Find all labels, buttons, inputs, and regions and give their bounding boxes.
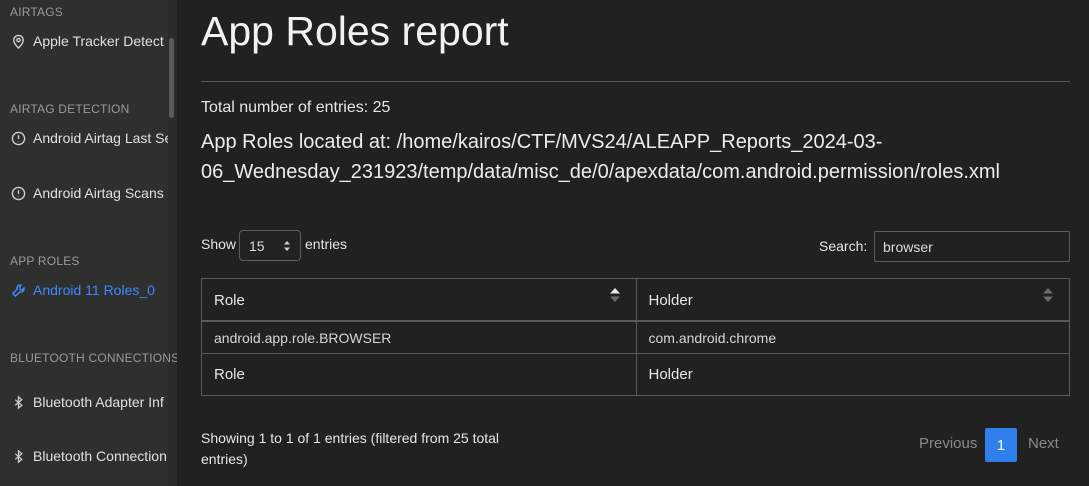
- report-location-line: App Roles located at: /home/kairos/CTF/M…: [201, 131, 883, 153]
- footer-cell-role: Role: [214, 366, 245, 383]
- column-header-role[interactable]: Role: [202, 279, 636, 320]
- sidebar-scrollbar-thumb[interactable]: [169, 38, 174, 118]
- sidebar-item-apple-tracker-detect[interactable]: Apple Tracker Detect: [10, 30, 168, 52]
- table-header-row: Role Holder: [202, 279, 1069, 322]
- bluetooth-icon: [10, 448, 26, 464]
- total-entries-text: Total number of entries: 25: [201, 99, 391, 116]
- table-cell-holder: com.android.chrome: [635, 322, 1070, 353]
- main-content: App Roles report Total number of entries…: [177, 0, 1089, 486]
- sidebar-item-android-11-roles[interactable]: Android 11 Roles_0: [10, 279, 168, 301]
- page-length-value: 15: [249, 238, 265, 254]
- search-input[interactable]: [874, 231, 1070, 262]
- section-heading-app-roles: APP ROLES: [10, 254, 80, 268]
- sort-unsorted-icon: [1043, 288, 1053, 302]
- table-footer-row: Role Holder: [202, 354, 1069, 395]
- sidebar-item-label: Android Airtag Scans: [33, 185, 164, 201]
- column-header-label: Role: [214, 292, 245, 309]
- next-page-button[interactable]: Next: [1028, 435, 1059, 452]
- title-divider: [201, 81, 1070, 82]
- alert-circle-icon: [10, 185, 26, 201]
- column-header-label: Holder: [648, 292, 693, 309]
- map-pin-icon: [10, 33, 26, 49]
- section-heading-bluetooth-connections: BLUETOOTH CONNECTIONS: [10, 351, 177, 365]
- table-row: android.app.role.BROWSER com.android.chr…: [202, 322, 1069, 354]
- sidebar-item-label: Bluetooth Adapter Inf: [33, 394, 164, 410]
- sidebar-item-bluetooth-adapter-info[interactable]: Bluetooth Adapter Inf: [10, 391, 168, 413]
- show-label: Show: [201, 236, 237, 252]
- page-title: App Roles report: [201, 8, 509, 54]
- page-1-button[interactable]: 1: [985, 428, 1017, 462]
- entries-label: entries: [305, 236, 348, 252]
- column-header-holder[interactable]: Holder: [635, 279, 1070, 320]
- wrench-icon: [10, 282, 26, 298]
- previous-page-button[interactable]: Previous: [919, 435, 977, 452]
- bluetooth-icon: [10, 394, 26, 410]
- sidebar: AIRTAGS Apple Tracker Detect AIRTAG DETE…: [0, 0, 177, 486]
- table-cell-role: android.app.role.BROWSER: [214, 329, 392, 346]
- section-heading-airtags: AIRTAGS: [10, 5, 63, 19]
- report-location-line: 06_Wednesday_231923/temp/data/misc_de/0/…: [201, 161, 1000, 183]
- page-length-select[interactable]: 15: [239, 230, 301, 261]
- footer-cell-holder: Holder: [635, 354, 1070, 395]
- sidebar-item-android-airtag-last-seen[interactable]: Android Airtag Last Se: [10, 127, 168, 149]
- alert-circle-icon: [10, 130, 26, 146]
- section-heading-airtag-detection: AIRTAG DETECTION: [10, 102, 130, 116]
- sort-ascending-icon: [609, 288, 620, 302]
- sidebar-item-bluetooth-connections[interactable]: Bluetooth Connection: [10, 445, 168, 467]
- search-label: Search:: [819, 238, 868, 254]
- sidebar-item-label: Bluetooth Connection: [33, 448, 167, 464]
- roles-table: Role Holder android.app.role.BROWSER com…: [201, 278, 1070, 396]
- sidebar-item-android-airtag-scans[interactable]: Android Airtag Scans: [10, 182, 168, 204]
- sidebar-item-label: Android Airtag Last Se: [33, 130, 168, 146]
- report-location-text: App Roles located at: /home/kairos/CTF/M…: [201, 127, 1041, 187]
- table-info-text: Showing 1 to 1 of 1 entries (filtered fr…: [201, 430, 500, 467]
- select-updown-icon: [284, 241, 290, 251]
- sidebar-item-label: Apple Tracker Detect: [33, 33, 164, 49]
- sidebar-item-label: Android 11 Roles_0: [33, 282, 155, 298]
